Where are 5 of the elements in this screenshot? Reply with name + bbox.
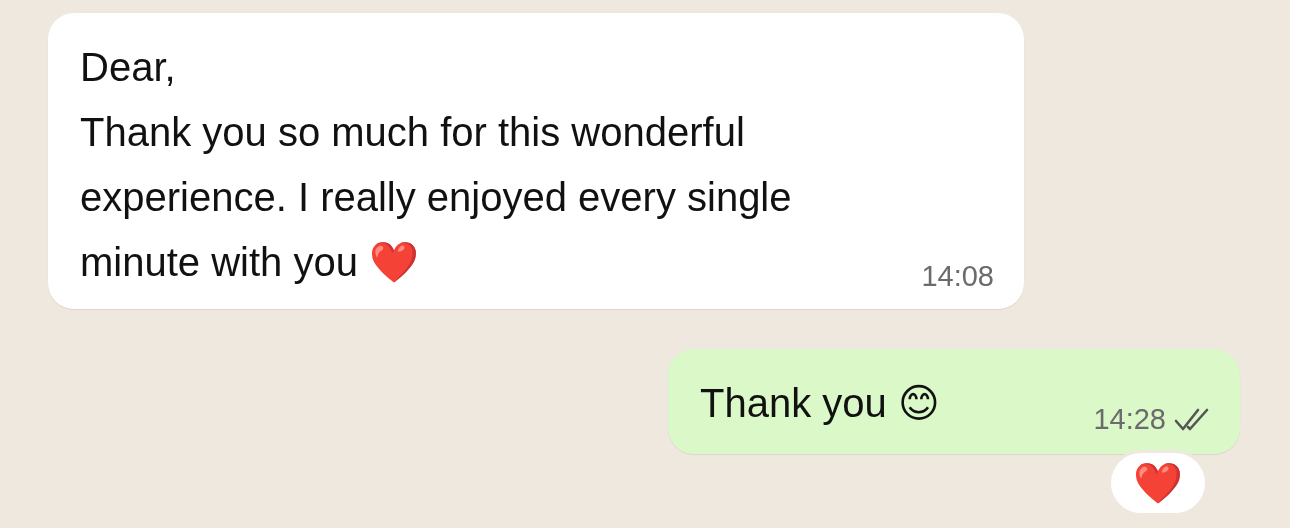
- message-time: 14:08: [921, 260, 994, 293]
- message-text: Dear, Thank you so much for this wonderful experience. I really enjoyed every single minute with you ❤: [80, 44, 793, 286]
- message-time: 14:28: [1093, 403, 1166, 436]
- reaction[interactable]: ❤: [1108, 450, 1208, 516]
- message-text: Thank you 😊: [700, 380, 940, 427]
